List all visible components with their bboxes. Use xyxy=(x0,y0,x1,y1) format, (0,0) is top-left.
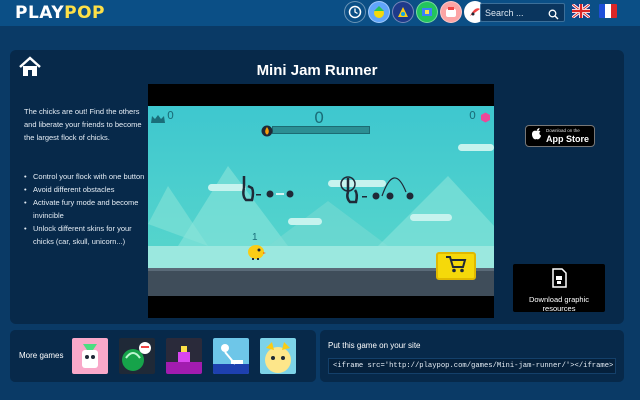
game-description: The chicks are out! Find the others and … xyxy=(24,107,142,142)
more-games-list xyxy=(72,338,296,374)
shop-cart-button[interactable] xyxy=(436,252,476,280)
embed-label: Put this game on your site xyxy=(328,341,421,350)
more-game-thumbnail-1[interactable] xyxy=(72,338,108,374)
chick-player-icon xyxy=(246,242,266,265)
game-category-4-icon[interactable] xyxy=(440,1,462,23)
feature-item: Avoid different obstacles xyxy=(24,183,148,196)
game-category-1-icon[interactable] xyxy=(368,1,390,23)
game-category-3-icon[interactable] xyxy=(416,1,438,23)
english-flag-icon[interactable] xyxy=(572,4,590,18)
download-graphic-resources[interactable]: Download graphic resources xyxy=(513,264,605,313)
crown-count: 0 xyxy=(167,109,174,122)
more-game-thumbnail-5[interactable] xyxy=(260,338,296,374)
feature-item: Activate fury mode and become invincible xyxy=(24,196,148,222)
jump-tutorial-icon xyxy=(338,162,418,211)
apple-icon xyxy=(531,127,542,145)
score-counter: 0 xyxy=(314,108,325,127)
search-input[interactable] xyxy=(485,7,549,18)
french-flag-icon[interactable] xyxy=(599,4,617,18)
app-store-button[interactable]: Download on the App Store xyxy=(525,125,595,147)
search-icon[interactable] xyxy=(548,7,559,25)
fury-meter xyxy=(272,126,370,134)
header-nav-icons xyxy=(344,1,486,23)
cart-icon xyxy=(445,255,467,278)
embed-code-field[interactable]: <iframe src='http://playpop.com/games/Mi… xyxy=(328,358,616,374)
crown-icon xyxy=(150,111,166,129)
playpop-logo[interactable]: PLAYPOP xyxy=(15,3,105,23)
game-category-2-icon[interactable] xyxy=(392,1,414,23)
feature-item: Unlock different skins for your chicks (… xyxy=(24,222,148,248)
game-title: Mini Jam Runner xyxy=(256,62,378,79)
more-game-thumbnail-3[interactable] xyxy=(166,338,202,374)
gem-icon xyxy=(480,110,491,128)
gem-count: 0 xyxy=(469,109,476,122)
embed-panel: Put this game on your site <iframe src='… xyxy=(320,330,624,382)
more-game-thumbnail-4[interactable] xyxy=(213,338,249,374)
more-game-thumbnail-2[interactable] xyxy=(119,338,155,374)
more-games-label: More games xyxy=(19,351,64,360)
more-games-panel: More games xyxy=(10,330,316,382)
game-panel: Mini Jam Runner The chicks are out! Find… xyxy=(10,50,624,324)
feature-item: Control your flock with one button xyxy=(24,170,148,183)
download-resources-label: Download graphic resources xyxy=(528,295,590,313)
zip-file-icon xyxy=(550,268,568,292)
search-box[interactable] xyxy=(480,3,565,22)
app-store-name: App Store xyxy=(546,134,590,144)
tap-tutorial-icon xyxy=(236,172,306,211)
feature-list: Control your flock with one button Avoid… xyxy=(24,170,148,248)
history-icon[interactable] xyxy=(344,1,366,23)
fire-icon xyxy=(261,124,273,142)
top-header: PLAYPOP xyxy=(0,0,640,26)
game-frame[interactable]: 0 0 0 1 xyxy=(148,84,494,318)
